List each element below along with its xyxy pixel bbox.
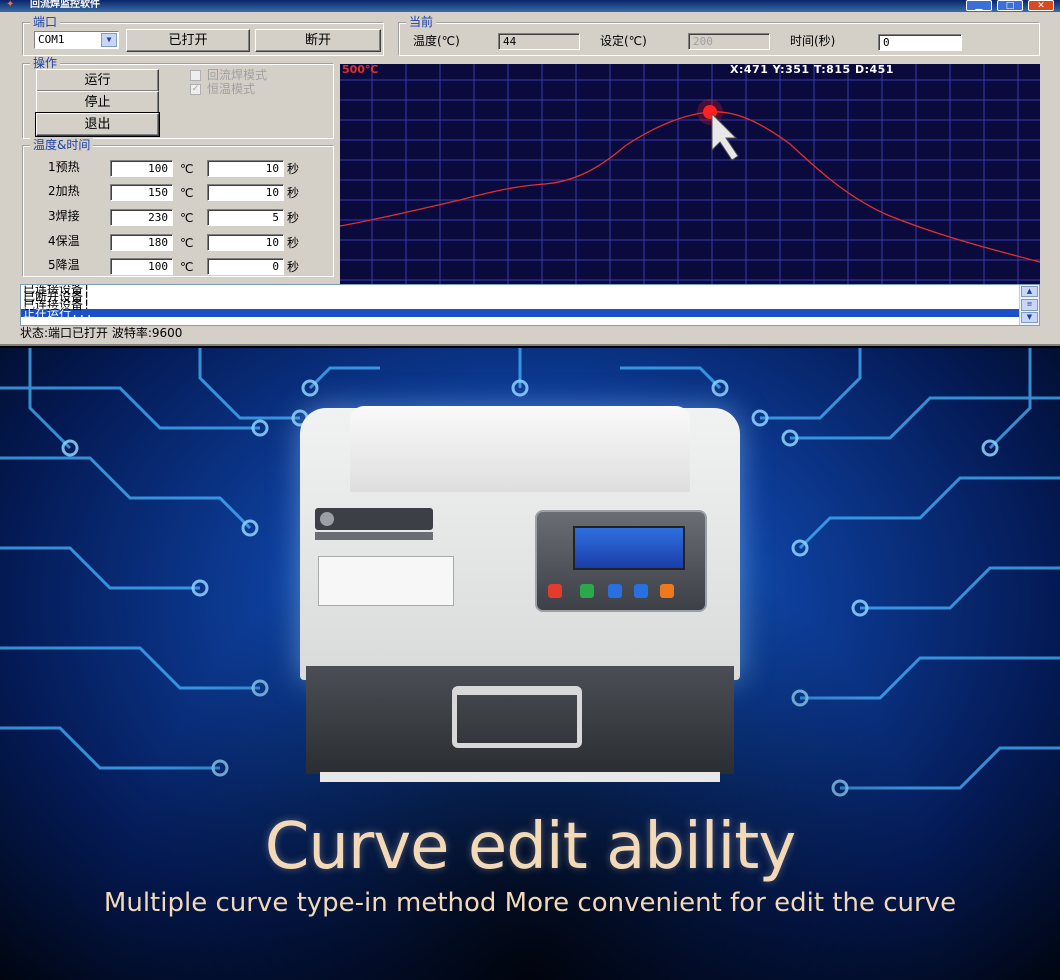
log-entry[interactable]: 已断开设备! xyxy=(21,291,1039,303)
port-group-label: 端口 xyxy=(30,15,61,29)
temp-unit: ℃ xyxy=(180,236,194,250)
stage-temp-input[interactable]: 180 xyxy=(110,234,173,251)
run-button-icon xyxy=(580,584,594,598)
stage-time-input[interactable]: 10 xyxy=(207,234,284,251)
drawer-handle xyxy=(452,686,582,748)
exit-button[interactable]: 退出 xyxy=(35,112,160,137)
temp-unit: ℃ xyxy=(180,186,194,200)
power-button-icon xyxy=(548,584,562,598)
set-temp-field: 200 xyxy=(688,33,770,50)
temp-unit: ℃ xyxy=(180,260,194,274)
oven-chart-panel xyxy=(318,556,454,606)
lcd-screen xyxy=(573,526,685,570)
poster-headline: Curve edit ability xyxy=(264,810,797,884)
stage-label: 5降温 xyxy=(48,258,80,272)
stage-time-input[interactable]: 0 xyxy=(207,258,284,275)
scroll-down-icon[interactable]: ▼ xyxy=(1021,312,1038,323)
stage-temp-input[interactable]: 100 xyxy=(110,160,173,177)
stage-label: 3焊接 xyxy=(48,209,80,223)
stage-temp-input[interactable]: 100 xyxy=(110,258,173,275)
nameplate-strip xyxy=(315,532,433,540)
promo-poster: Curve edit ability Multiple curve type-i… xyxy=(0,348,1060,980)
time-unit: 秒 xyxy=(287,236,300,250)
window-title: 回流焊监控软件 xyxy=(30,0,100,10)
stage-label: 2加热 xyxy=(48,184,80,198)
constant-mode-checkbox[interactable]: ✓ xyxy=(190,84,201,95)
minimize-button[interactable]: ▁ xyxy=(966,0,992,11)
brand-logo-icon xyxy=(320,512,334,526)
oven-base xyxy=(320,772,720,782)
stop-button[interactable]: 停止 xyxy=(36,91,159,114)
current-group-label: 当前 xyxy=(406,15,437,29)
log-entry-selected[interactable]: 正在运行... xyxy=(21,307,1039,319)
log-list[interactable]: 已连接设备! 已断开设备! 已连接设备! 正在运行... ▲ ≡ ▼ xyxy=(20,284,1040,326)
run-button[interactable]: 运行 xyxy=(36,69,159,92)
status-bar: 状态:端口已打开 波特率:9600 xyxy=(20,326,183,340)
log-entry[interactable]: 已连接设备! xyxy=(21,285,1039,295)
chart-grid xyxy=(340,64,1040,292)
temperature-curve-chart[interactable]: 500℃ X:471 Y:351 T:815 D:451 xyxy=(340,64,1040,292)
scroll-thumb[interactable]: ≡ xyxy=(1021,299,1038,311)
reflow-mode-checkbox[interactable] xyxy=(190,70,201,81)
scroll-up-icon[interactable]: ▲ xyxy=(1021,286,1038,297)
oven-roof xyxy=(350,406,690,492)
time-field[interactable]: 0 xyxy=(878,34,962,51)
chart-coordinate-readout: X:471 Y:351 T:815 D:451 xyxy=(730,64,894,76)
profile-group-label: 温度&时间 xyxy=(30,138,94,152)
mouse-cursor-icon xyxy=(711,112,739,161)
time-unit: 秒 xyxy=(287,211,300,225)
temp-unit: ℃ xyxy=(180,162,194,176)
log-scrollbar[interactable]: ▲ ≡ ▼ xyxy=(1019,285,1039,325)
time-unit: 秒 xyxy=(287,260,300,274)
time-unit: 秒 xyxy=(287,186,300,200)
set-label: 设定(℃) xyxy=(600,34,647,48)
constant-mode-label: 恒温模式 xyxy=(207,82,256,96)
stage-time-input[interactable]: 10 xyxy=(207,160,284,177)
set-button-icon xyxy=(660,584,674,598)
open-port-button[interactable]: 已打开 xyxy=(126,29,250,52)
curve-canvas[interactable] xyxy=(340,64,1040,292)
current-temp-field: 44 xyxy=(498,33,580,50)
app-icon: ✦ xyxy=(6,0,15,10)
log-entry[interactable]: 已连接设备! xyxy=(21,299,1039,311)
chart-max-label: 500℃ xyxy=(342,64,379,76)
close-window-button[interactable]: ✕ xyxy=(1028,0,1054,11)
app-window: ✦ 回流焊监控软件 ▁ □ ✕ 端口 COM1 ▼ 已打开 断开 当前 温度(℃… xyxy=(0,0,1060,346)
poster-subline: Multiple curve type-in method More conve… xyxy=(103,888,957,918)
title-bar[interactable]: ✦ 回流焊监控软件 ▁ □ ✕ xyxy=(0,0,1060,12)
disconnect-button[interactable]: 断开 xyxy=(255,29,381,52)
stage-temp-input[interactable]: 150 xyxy=(110,184,173,201)
com-port-select[interactable]: COM1 ▼ xyxy=(34,31,119,49)
stage-label: 4保温 xyxy=(48,234,80,248)
up-arrow-icon xyxy=(608,584,622,598)
time-label: 时间(秒) xyxy=(790,34,836,48)
time-unit: 秒 xyxy=(287,162,300,176)
stage-time-input[interactable]: 10 xyxy=(207,184,284,201)
down-arrow-icon xyxy=(634,584,648,598)
temperature-curve-line[interactable] xyxy=(340,111,1040,263)
stage-time-input[interactable]: 5 xyxy=(207,209,284,226)
maximize-button[interactable]: □ xyxy=(997,0,1023,11)
temp-label: 温度(℃) xyxy=(413,34,460,48)
temp-unit: ℃ xyxy=(180,211,194,225)
reflow-mode-label: 回流焊模式 xyxy=(207,68,268,82)
operation-group-label: 操作 xyxy=(30,56,61,70)
chevron-down-icon[interactable]: ▼ xyxy=(101,33,117,47)
com-port-value: COM1 xyxy=(38,33,65,46)
stage-temp-input[interactable]: 230 xyxy=(110,209,173,226)
stage-label: 1预热 xyxy=(48,160,80,174)
